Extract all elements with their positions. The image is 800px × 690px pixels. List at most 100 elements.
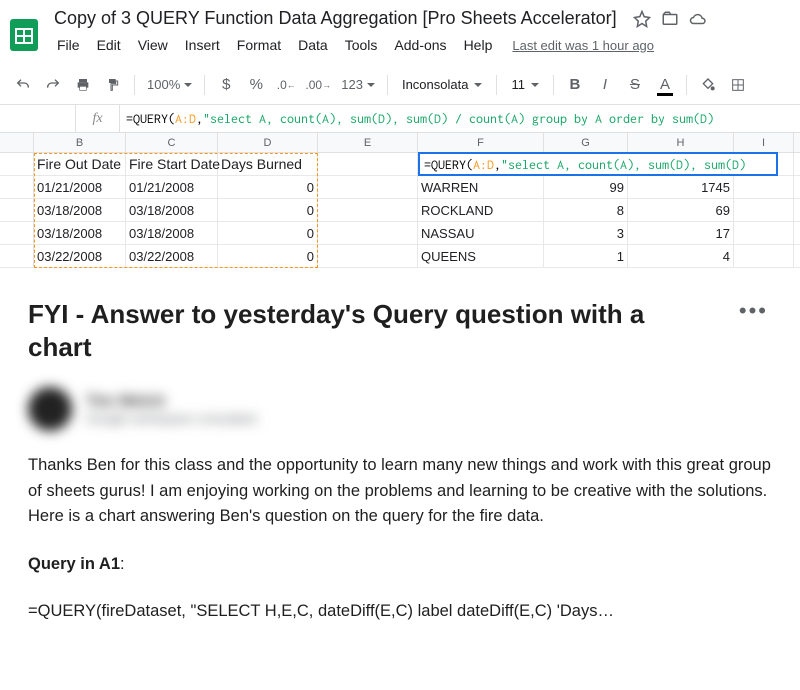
col-header-e[interactable]: E (318, 133, 418, 152)
query-formula-text: =QUERY(fireDataset, "SELECT H,E,C, dateD… (28, 599, 772, 625)
table-row[interactable]: 03/18/200803/18/20080ROCKLAND869 (0, 199, 800, 222)
cell[interactable]: 0 (218, 176, 318, 198)
cell[interactable] (318, 176, 418, 198)
cell[interactable]: 3 (544, 222, 628, 244)
toolbar-separator (134, 75, 135, 95)
col-header-f[interactable]: F (418, 133, 544, 152)
undo-button[interactable] (10, 72, 36, 98)
cell[interactable]: 03/22/2008 (126, 245, 218, 267)
cell[interactable]: 1 (544, 245, 628, 267)
percent-button[interactable]: % (243, 72, 269, 98)
cell[interactable]: 03/18/2008 (126, 222, 218, 244)
print-button[interactable] (70, 72, 96, 98)
decrease-decimal-button[interactable]: .0← (273, 72, 299, 98)
select-all-corner[interactable] (0, 133, 34, 152)
currency-button[interactable]: $ (213, 72, 239, 98)
spreadsheet-grid[interactable]: B C D E F G H I Fire Out Date Fire Start… (0, 133, 800, 268)
cell[interactable] (318, 245, 418, 267)
toolbar-separator (686, 75, 687, 95)
table-row[interactable]: 01/21/200801/21/20080WARREN991745 (0, 176, 800, 199)
menu-bar: File Edit View Insert Format Data Tools … (50, 31, 790, 63)
cell[interactable]: 03/18/2008 (34, 199, 126, 221)
cell[interactable]: 17 (628, 222, 734, 244)
menu-tools[interactable]: Tools (338, 33, 385, 57)
more-formats-button[interactable]: 123 (337, 77, 379, 92)
last-edit-link[interactable]: Last edit was 1 hour ago (512, 38, 654, 53)
italic-button[interactable]: I (592, 72, 618, 98)
article-title: FYI - Answer to yesterday's Query questi… (28, 298, 668, 363)
cell[interactable]: 0 (218, 245, 318, 267)
document-title[interactable]: Copy of 3 QUERY Function Data Aggregatio… (50, 6, 621, 31)
toolbar-separator (204, 75, 205, 95)
text-color-button[interactable]: A (652, 72, 678, 98)
cell[interactable] (734, 176, 794, 198)
cell[interactable]: 4 (628, 245, 734, 267)
cloud-icon[interactable] (689, 10, 707, 31)
avatar[interactable] (28, 387, 72, 431)
col-header-i[interactable]: I (734, 133, 794, 152)
cell[interactable]: 03/22/2008 (34, 245, 126, 267)
cell[interactable]: 1745 (628, 176, 734, 198)
cell[interactable] (318, 153, 418, 175)
header-cell[interactable]: Fire Out Date (34, 153, 126, 175)
cell[interactable]: WARREN (418, 176, 544, 198)
col-header-g[interactable]: G (544, 133, 628, 152)
cell[interactable]: 69 (628, 199, 734, 221)
chevron-down-icon (184, 83, 192, 87)
menu-file[interactable]: File (50, 33, 87, 57)
toolbar-separator (387, 75, 388, 95)
header-cell[interactable]: Fire Start Date (126, 153, 218, 175)
cell[interactable] (734, 222, 794, 244)
menu-addons[interactable]: Add-ons (387, 33, 453, 57)
menu-data[interactable]: Data (291, 33, 335, 57)
toolbar-separator (496, 75, 497, 95)
cell[interactable]: NASSAU (418, 222, 544, 244)
menu-help[interactable]: Help (457, 33, 500, 57)
menu-format[interactable]: Format (230, 33, 288, 57)
active-cell-editor[interactable]: =QUERY(A:D,"select A, count(A), sum(D), … (418, 152, 778, 176)
col-header-d[interactable]: D (218, 133, 318, 152)
sheets-logo-icon[interactable] (10, 17, 38, 53)
fill-color-button[interactable] (695, 72, 721, 98)
cell[interactable]: QUEENS (418, 245, 544, 267)
header-cell[interactable]: Days Burned (218, 153, 318, 175)
strikethrough-button[interactable]: S (622, 72, 648, 98)
move-icon[interactable] (661, 10, 679, 31)
query-label-line: Query in A1: (28, 552, 772, 578)
cell[interactable]: 99 (544, 176, 628, 198)
chevron-down-icon (531, 83, 539, 87)
menu-insert[interactable]: Insert (178, 33, 227, 57)
font-size-select[interactable]: 11 (505, 77, 545, 92)
cell[interactable]: 03/18/2008 (34, 222, 126, 244)
more-options-button[interactable]: ••• (735, 298, 772, 324)
author-row: Tim Welch Google workspace consultant (28, 387, 772, 431)
cell[interactable] (318, 222, 418, 244)
cell[interactable]: 01/21/2008 (126, 176, 218, 198)
redo-button[interactable] (40, 72, 66, 98)
font-select[interactable]: Inconsolata (396, 77, 489, 92)
col-header-c[interactable]: C (126, 133, 218, 152)
cell[interactable] (318, 199, 418, 221)
cell[interactable]: 0 (218, 199, 318, 221)
cell[interactable]: 0 (218, 222, 318, 244)
cell[interactable] (734, 245, 794, 267)
cell[interactable]: 8 (544, 199, 628, 221)
increase-decimal-button[interactable]: .00→ (303, 72, 333, 98)
cell[interactable]: 01/21/2008 (34, 176, 126, 198)
zoom-select[interactable]: 100% (143, 77, 196, 92)
col-header-b[interactable]: B (34, 133, 126, 152)
borders-button[interactable] (725, 72, 751, 98)
col-header-h[interactable]: H (628, 133, 734, 152)
cell[interactable]: ROCKLAND (418, 199, 544, 221)
table-row[interactable]: 03/18/200803/18/20080NASSAU317 (0, 222, 800, 245)
star-icon[interactable] (633, 10, 651, 31)
menu-view[interactable]: View (131, 33, 175, 57)
cell[interactable] (734, 199, 794, 221)
name-box[interactable] (0, 105, 76, 132)
bold-button[interactable]: B (562, 72, 588, 98)
cell[interactable]: 03/18/2008 (126, 199, 218, 221)
formula-input[interactable]: =QUERY(A:D,"select A, count(A), sum(D), … (120, 111, 800, 126)
menu-edit[interactable]: Edit (90, 33, 128, 57)
table-row[interactable]: 03/22/200803/22/20080QUEENS14 (0, 245, 800, 268)
paint-format-button[interactable] (100, 72, 126, 98)
